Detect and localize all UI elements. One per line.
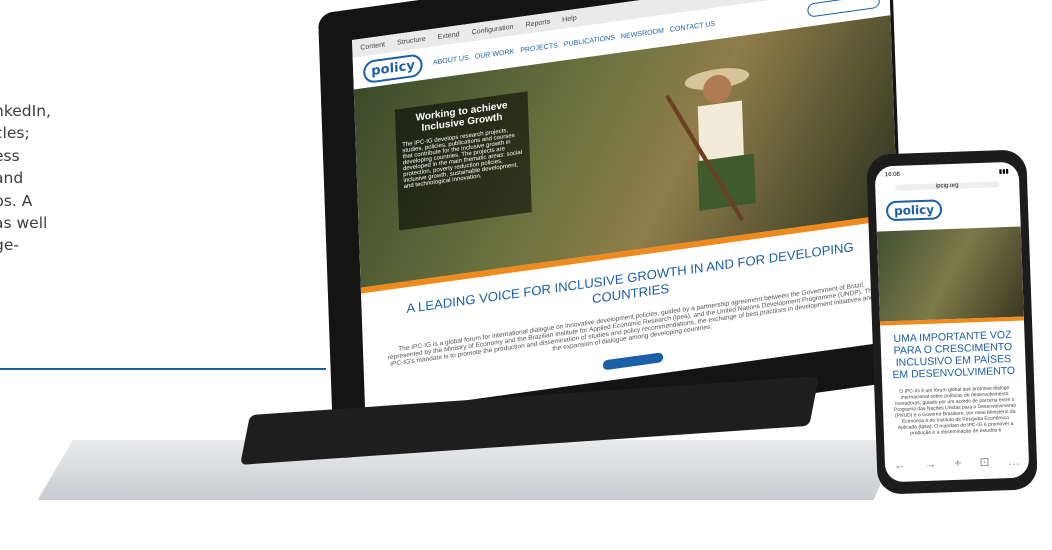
divider-line	[0, 368, 326, 370]
phone-heading: UMA IMPORTANTE VOZ PARA O CRESCIMENTO IN…	[892, 328, 1016, 382]
toolbar-item[interactable]: Structure	[397, 35, 426, 46]
tabs-icon[interactable]: ⊡	[979, 455, 990, 469]
side-text-line: ps. A	[0, 191, 33, 210]
site-logo[interactable]: policy	[362, 52, 424, 84]
nav-item[interactable]: NEWSROOM	[621, 27, 664, 40]
toolbar-item[interactable]: Extend	[438, 31, 460, 41]
toolbar-item[interactable]: Content	[360, 41, 385, 51]
phone-body: O IPC-IG é um fórum global que promove d…	[893, 385, 1017, 437]
side-text-line: nkedIn,	[0, 102, 51, 120]
nav-item[interactable]: OUR WORK	[475, 48, 515, 60]
side-text-line: and	[0, 169, 24, 188]
phone-screen: 16:08 ▮▮▮ ipcig.org policy UMA IMPORTANT…	[874, 161, 1030, 483]
nav-item[interactable]: PUBLICATIONS	[564, 34, 615, 48]
hero-caption: Working to achieve Inclusive Growth The …	[394, 91, 532, 231]
hero-photo	[665, 68, 756, 221]
nav-item[interactable]: ABOUT US	[433, 54, 469, 66]
read-more-button[interactable]	[602, 352, 664, 371]
side-text-line: cles;	[0, 124, 30, 143]
toolbar-item[interactable]: Configuration	[472, 23, 514, 36]
new-tab-icon[interactable]: +	[954, 456, 961, 470]
nav-item[interactable]: PROJECTS	[520, 42, 558, 54]
phone-hero	[876, 226, 1024, 322]
phone-device: 16:08 ▮▮▮ ipcig.org policy UMA IMPORTANT…	[866, 149, 1038, 495]
phone-logo[interactable]: policy	[885, 199, 943, 222]
side-text: nkedIn, cles; ess and ps. A as well ge-	[0, 100, 84, 257]
signal-icon: ▮▮▮	[998, 168, 1009, 176]
phone-time: 16:08	[884, 171, 900, 179]
nav-item[interactable]: CONTACT US	[670, 20, 715, 33]
search-input[interactable]	[807, 0, 881, 18]
side-text-line: as well	[0, 213, 48, 232]
side-text-line: ge-	[0, 236, 19, 255]
side-text-line: ess	[0, 146, 20, 165]
toolbar-item[interactable]: Reports	[525, 18, 550, 28]
phone-browser-nav: ← → + ⊡ …	[885, 453, 1029, 472]
hero-text: The IPC-IG develops research projects, s…	[402, 127, 523, 191]
toolbar-item[interactable]: Help	[562, 14, 577, 23]
back-icon[interactable]: ←	[894, 458, 906, 472]
more-icon[interactable]: …	[1007, 454, 1019, 468]
forward-icon[interactable]: →	[924, 457, 936, 471]
